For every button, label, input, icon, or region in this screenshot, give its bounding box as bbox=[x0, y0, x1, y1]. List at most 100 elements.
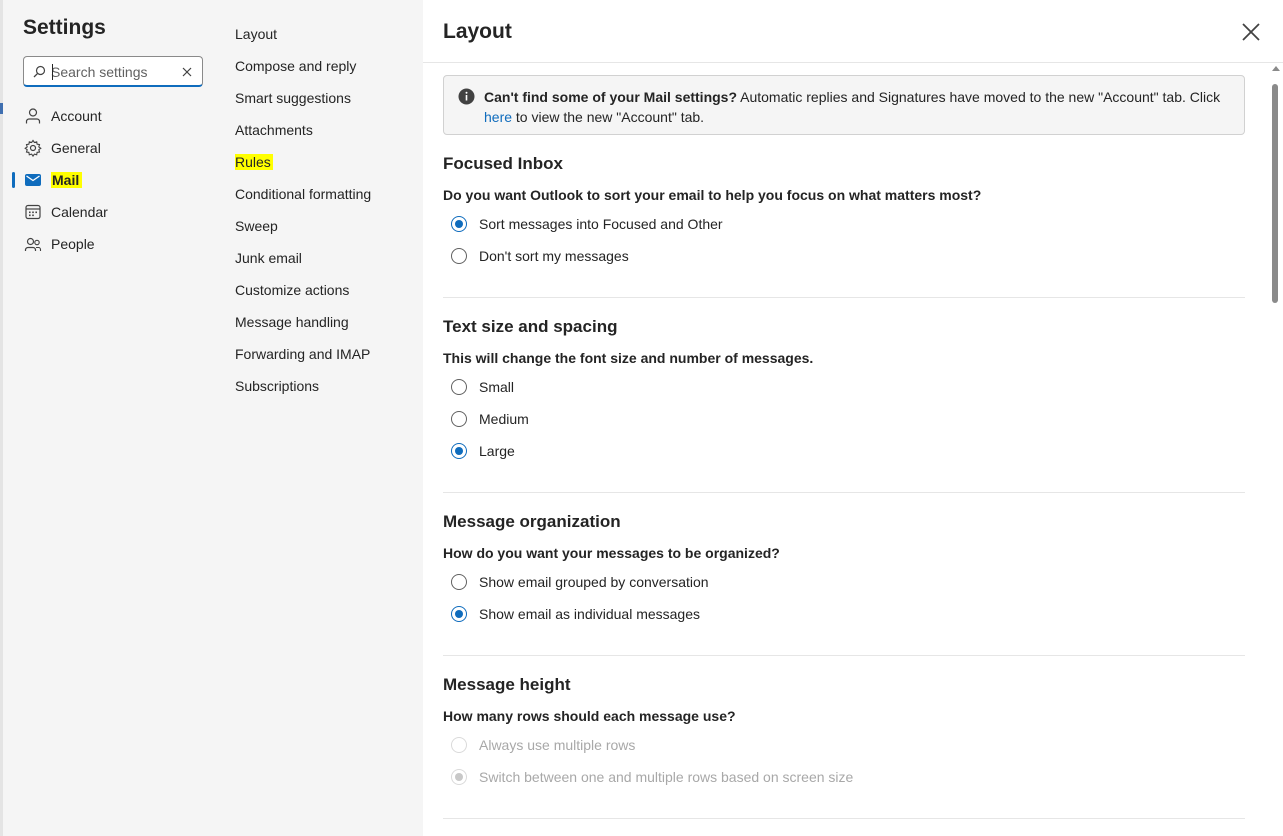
mail-nav-label: Compose and reply bbox=[235, 58, 357, 74]
mail-nav-label: Conditional formatting bbox=[235, 186, 372, 202]
search-input[interactable] bbox=[51, 62, 176, 82]
section-title: Focused Inbox bbox=[443, 154, 563, 173]
info-message-bar: Can't find some of your Mail settings? A… bbox=[443, 75, 1245, 135]
gear-icon bbox=[23, 138, 43, 158]
mail-nav-label: Rules bbox=[235, 154, 273, 170]
radio-button[interactable] bbox=[451, 443, 467, 459]
radio-label: Sort messages into Focused and Other bbox=[479, 216, 723, 232]
radio-label: Large bbox=[479, 443, 515, 459]
mail-nav-compose-and-reply[interactable]: Compose and reply bbox=[222, 50, 423, 82]
mail-nav-message-handling[interactable]: Message handling bbox=[222, 306, 423, 338]
radio-option-multiple-rows: Always use multiple rows bbox=[443, 729, 1245, 761]
radio-button[interactable] bbox=[451, 216, 467, 232]
mail-nav-attachments[interactable]: Attachments bbox=[222, 114, 423, 146]
radio-label: Show email grouped by conversation bbox=[479, 574, 709, 590]
mail-nav-conditional-formatting[interactable]: Conditional formatting bbox=[222, 178, 423, 210]
scrollbar[interactable] bbox=[1268, 66, 1283, 836]
section-message-organization: Message organization How do you want you… bbox=[443, 512, 1245, 630]
mail-nav-layout[interactable]: Layout bbox=[222, 18, 423, 50]
search-icon bbox=[33, 65, 46, 78]
radio-group: Show email grouped by conversation Show … bbox=[443, 566, 1245, 630]
settings-title: Settings bbox=[23, 16, 106, 39]
scroll-up-arrow-icon[interactable] bbox=[1272, 66, 1280, 71]
section-title: Text size and spacing bbox=[443, 317, 618, 336]
radio-label: Don't sort my messages bbox=[479, 248, 629, 264]
section-divider bbox=[443, 492, 1245, 493]
section-question: Do you want Outlook to sort your email t… bbox=[443, 187, 982, 203]
radio-button[interactable] bbox=[451, 411, 467, 427]
close-icon[interactable] bbox=[1239, 20, 1263, 44]
mail-icon bbox=[23, 170, 43, 190]
clear-search-icon[interactable] bbox=[180, 65, 194, 79]
mail-nav-label: Message handling bbox=[235, 314, 349, 330]
section-question: How do you want your messages to be orga… bbox=[443, 545, 780, 561]
nav-item-label: People bbox=[51, 236, 95, 252]
radio-option-switch-rows: Switch between one and multiple rows bas… bbox=[443, 761, 1245, 793]
radio-label: Small bbox=[479, 379, 515, 395]
text-cursor bbox=[52, 64, 53, 80]
nav-item-mail[interactable]: Mail bbox=[3, 164, 222, 196]
settings-nav-pane: Settings Account General bbox=[3, 0, 222, 836]
radio-group: Sort messages into Focused and Other Don… bbox=[443, 208, 1245, 272]
info-message-bold: Can't find some of your Mail settings? bbox=[484, 89, 738, 105]
header-divider bbox=[423, 62, 1283, 63]
layout-settings-panel: Layout Can't find some of your Mail sett… bbox=[423, 0, 1283, 836]
radio-label: Medium bbox=[479, 411, 529, 427]
radio-button[interactable] bbox=[451, 574, 467, 590]
settings-nav: Account General Mail Calendar People bbox=[3, 100, 222, 260]
mail-nav-label: Layout bbox=[235, 26, 278, 42]
mail-nav-label: Sweep bbox=[235, 218, 278, 234]
info-message-text-end: to view the new "Account" tab. bbox=[512, 109, 705, 125]
info-message: Can't find some of your Mail settings? A… bbox=[484, 87, 1224, 127]
section-question: How many rows should each message use? bbox=[443, 708, 736, 724]
mail-nav-junk-email[interactable]: Junk email bbox=[222, 242, 423, 274]
radio-button[interactable] bbox=[451, 379, 467, 395]
section-divider bbox=[443, 297, 1245, 298]
radio-option-dont-sort[interactable]: Don't sort my messages bbox=[443, 240, 1245, 272]
section-message-height: Message height How many rows should each… bbox=[443, 675, 1245, 793]
mail-settings-nav-pane: Layout Compose and reply Smart suggestio… bbox=[222, 0, 423, 836]
radio-option-medium[interactable]: Medium bbox=[443, 403, 1245, 435]
mail-nav-subscriptions[interactable]: Subscriptions bbox=[222, 370, 423, 402]
radio-button[interactable] bbox=[451, 606, 467, 622]
nav-item-calendar[interactable]: Calendar bbox=[3, 196, 222, 228]
mail-settings-nav: Layout Compose and reply Smart suggestio… bbox=[222, 18, 423, 402]
search-box[interactable] bbox=[23, 56, 203, 87]
radio-group: Always use multiple rows Switch between … bbox=[443, 729, 1245, 793]
info-message-text: Automatic replies and Signatures have mo… bbox=[737, 89, 1221, 105]
mail-nav-sweep[interactable]: Sweep bbox=[222, 210, 423, 242]
radio-group: Small Medium Large bbox=[443, 371, 1245, 467]
radio-option-sort-focused-other[interactable]: Sort messages into Focused and Other bbox=[443, 208, 1245, 240]
mail-nav-label: Smart suggestions bbox=[235, 90, 351, 106]
mail-nav-label: Customize actions bbox=[235, 282, 350, 298]
scrollbar-thumb[interactable] bbox=[1272, 84, 1278, 303]
radio-button[interactable] bbox=[451, 248, 467, 264]
nav-item-label: Account bbox=[51, 108, 102, 124]
radio-option-large[interactable]: Large bbox=[443, 435, 1245, 467]
mail-nav-label: Attachments bbox=[235, 122, 313, 138]
mail-nav-rules[interactable]: Rules bbox=[222, 146, 423, 178]
info-icon bbox=[458, 88, 475, 105]
radio-option-small[interactable]: Small bbox=[443, 371, 1245, 403]
radio-label: Show email as individual messages bbox=[479, 606, 700, 622]
nav-item-label: General bbox=[51, 140, 101, 156]
section-question: This will change the font size and numbe… bbox=[443, 350, 814, 366]
mail-nav-label: Junk email bbox=[235, 250, 302, 266]
nav-item-label: Mail bbox=[51, 172, 83, 188]
person-icon bbox=[23, 106, 43, 126]
radio-label: Always use multiple rows bbox=[479, 737, 636, 753]
radio-option-individual-messages[interactable]: Show email as individual messages bbox=[443, 598, 1245, 630]
radio-option-grouped-conversation[interactable]: Show email grouped by conversation bbox=[443, 566, 1245, 598]
nav-item-account[interactable]: Account bbox=[3, 100, 222, 132]
section-divider bbox=[443, 655, 1245, 656]
mail-nav-forwarding-and-imap[interactable]: Forwarding and IMAP bbox=[222, 338, 423, 370]
calendar-icon bbox=[23, 202, 43, 222]
section-focused-inbox: Focused Inbox Do you want Outlook to sor… bbox=[443, 154, 1245, 272]
radio-label: Switch between one and multiple rows bas… bbox=[479, 769, 854, 785]
here-link[interactable]: here bbox=[484, 109, 512, 125]
nav-item-label: Calendar bbox=[51, 204, 108, 220]
mail-nav-smart-suggestions[interactable]: Smart suggestions bbox=[222, 82, 423, 114]
mail-nav-customize-actions[interactable]: Customize actions bbox=[222, 274, 423, 306]
nav-item-general[interactable]: General bbox=[3, 132, 222, 164]
nav-item-people[interactable]: People bbox=[3, 228, 222, 260]
